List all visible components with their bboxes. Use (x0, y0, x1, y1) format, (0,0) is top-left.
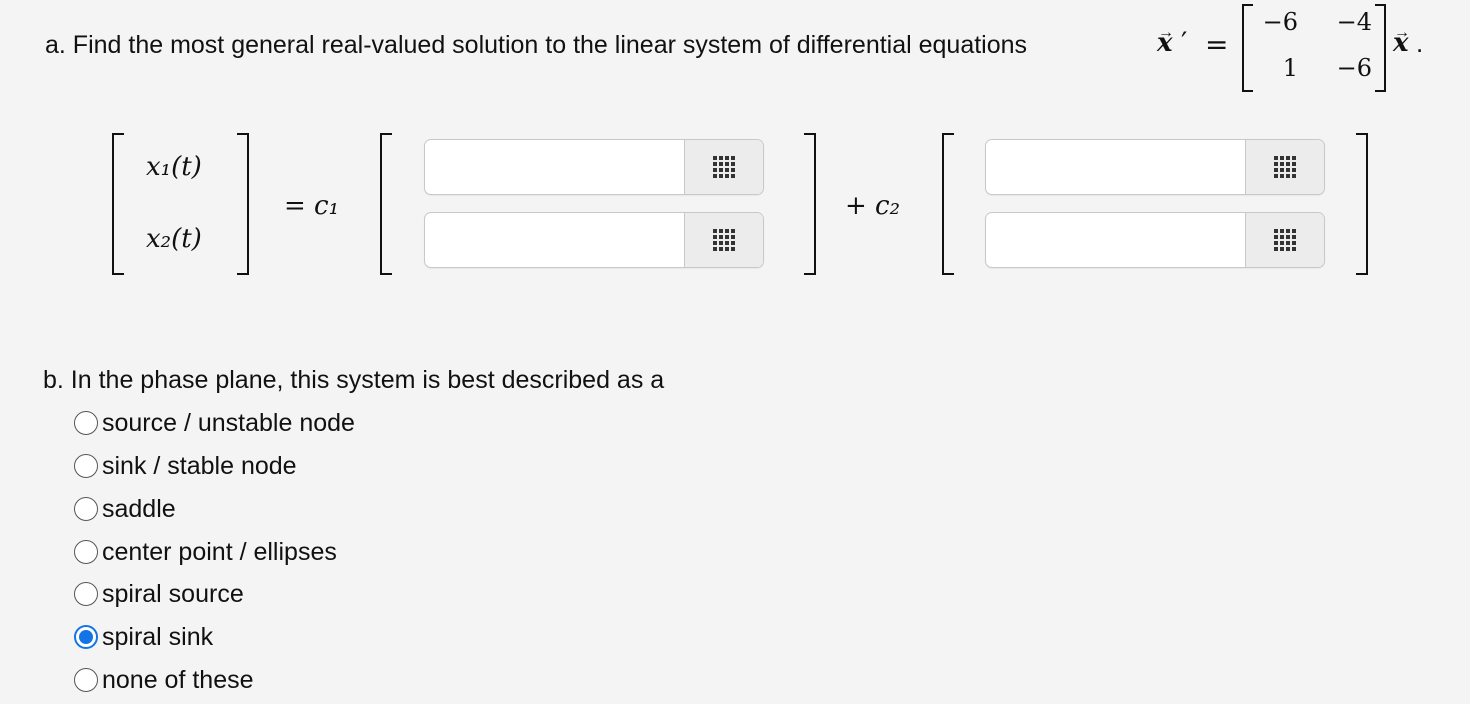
question-b-text: b. In the phase plane, this system is be… (43, 366, 665, 394)
c2-bottom-matrix-button[interactable] (1245, 213, 1324, 267)
matrix-right-bracket (1375, 4, 1386, 92)
c2-top-field (985, 139, 1325, 195)
answer-option[interactable]: source / unstable node (74, 406, 355, 440)
answer-option[interactable]: none of these (74, 663, 254, 697)
answer-option[interactable]: spiral source (74, 577, 244, 611)
matrix-cell-11: −6 (1262, 8, 1298, 36)
grid-icon (1274, 156, 1296, 178)
option-label: sink / stable node (102, 451, 297, 480)
c1-top-field (424, 139, 764, 195)
lhs-x1: x₁(t) (146, 152, 202, 182)
c2-top-matrix-button[interactable] (1245, 140, 1324, 194)
radio-button[interactable] (74, 540, 98, 564)
prime-mark: ′ (1181, 26, 1188, 59)
answer-option[interactable]: saddle (74, 492, 176, 526)
c1-bottom-field (424, 212, 764, 268)
radio-button[interactable] (74, 668, 98, 692)
option-label: spiral source (102, 579, 244, 608)
c2-bottom-input[interactable] (986, 213, 1248, 267)
grid-icon (713, 156, 735, 178)
question-a-text: a. Find the most general real-valued sol… (45, 31, 1027, 60)
option-label: saddle (102, 494, 176, 523)
matrix-cell-21: 1 (1282, 54, 1298, 82)
question-a-label: a. Find the most general real-valued sol… (45, 31, 1028, 59)
c2-left-bracket (942, 133, 954, 275)
equals-sign: = (1205, 28, 1229, 61)
option-label: none of these (102, 665, 254, 694)
radio-button[interactable] (74, 411, 98, 435)
answer-option[interactable]: center point / ellipses (74, 535, 337, 569)
trailing-period: . (1416, 28, 1424, 58)
radio-button[interactable] (74, 454, 98, 478)
plus-c2: + c₂ (845, 191, 901, 221)
option-label: source / unstable node (102, 408, 355, 437)
lhs-x2: x₂(t) (146, 224, 202, 254)
grid-icon (1274, 229, 1296, 251)
c2-right-bracket (1356, 133, 1368, 275)
c2-top-input[interactable] (986, 140, 1248, 194)
c1-bottom-matrix-button[interactable] (684, 213, 763, 267)
lhs-left-bracket (112, 133, 124, 275)
c1-top-input[interactable] (425, 140, 687, 194)
trailing-vector-x: → x . (1392, 24, 1436, 68)
answer-option[interactable]: spiral sink (74, 620, 213, 654)
coefficient-matrix: −6 −4 1 −6 (1242, 4, 1386, 92)
answer-option[interactable]: sink / stable node (74, 449, 297, 483)
equals-c1: = c₁ (284, 191, 340, 221)
matrix-cell-12: −4 (1336, 8, 1372, 36)
option-label: spiral sink (102, 622, 214, 651)
matrix-cell-22: −6 (1336, 54, 1372, 82)
c1-right-bracket (804, 133, 816, 275)
lhs-right-bracket (237, 133, 249, 275)
trailing-vector-letter: x (1393, 28, 1409, 58)
grid-icon (713, 229, 735, 251)
vector-arrow: → (1158, 24, 1174, 41)
radio-button[interactable] (74, 582, 98, 606)
c1-bottom-input[interactable] (425, 213, 687, 267)
option-label: center point / ellipses (102, 537, 337, 566)
c2-bottom-field (985, 212, 1325, 268)
c1-left-bracket (380, 133, 392, 275)
radio-button[interactable] (74, 497, 98, 521)
c1-top-matrix-button[interactable] (684, 140, 763, 194)
radio-button[interactable] (74, 625, 98, 649)
